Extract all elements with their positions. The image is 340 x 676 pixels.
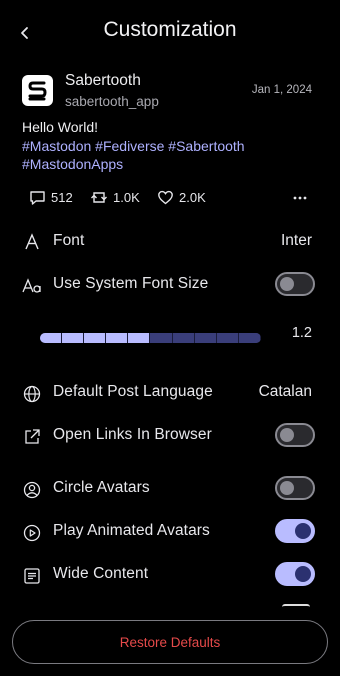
circle-avatars-toggle[interactable] — [275, 476, 315, 500]
page-title: Customization — [103, 18, 237, 41]
external-link-icon-wrap — [22, 427, 42, 452]
setting-wide-content-label: Wide Content — [53, 565, 149, 582]
slider-segment — [238, 333, 261, 343]
open-links-toggle[interactable] — [275, 423, 315, 447]
font-scale-value: 1.2 — [291, 325, 312, 341]
toggle-knob — [295, 566, 311, 582]
slider-segment — [84, 333, 107, 343]
post-author-name: Sabertooth — [65, 72, 141, 89]
system-font-size-toggle[interactable] — [275, 272, 315, 296]
setting-system-font-size-label: Use System Font Size — [53, 275, 209, 292]
font-scale-slider[interactable] — [40, 333, 261, 343]
wide-content-toggle[interactable] — [275, 562, 315, 586]
post-date: Jan 1, 2024 — [251, 84, 312, 96]
setting-open-links-label: Open Links In Browser — [53, 426, 212, 443]
globe-icon — [23, 385, 41, 403]
play-circle-icon — [23, 524, 41, 542]
setting-default-language-label: Default Post Language — [53, 383, 213, 400]
setting-animated-avatars-label: Play Animated Avatars — [53, 522, 210, 539]
slider-segment — [194, 333, 217, 343]
post-hashtags-continued[interactable]: #MastodonApps — [22, 156, 123, 172]
favourite-count: 2.0K — [179, 190, 206, 205]
slider-segment — [172, 333, 195, 343]
boost-count: 1.0K — [113, 190, 140, 205]
comment-icon — [30, 191, 45, 205]
slider-segment — [40, 333, 63, 343]
globe-icon-wrap — [22, 384, 42, 409]
reply-button[interactable]: 512 — [29, 189, 73, 206]
slider-segment — [216, 333, 239, 343]
text-size-icon-wrap — [22, 276, 42, 301]
slider-segment — [128, 333, 151, 343]
setting-circle-avatars-label: Circle Avatars — [53, 479, 150, 496]
external-link-icon — [25, 429, 40, 444]
avatar — [22, 75, 53, 106]
post-author-handle: sabertooth_app — [65, 94, 159, 109]
boost-button[interactable]: 1.0K — [90, 189, 140, 206]
toggle-knob — [295, 523, 311, 539]
article-icon-wrap — [22, 566, 42, 591]
more-horizontal-icon — [293, 196, 307, 200]
toggle-knob — [280, 277, 294, 291]
slider-segment — [62, 333, 85, 343]
more-options-button[interactable] — [291, 189, 309, 207]
reply-count: 512 — [51, 190, 73, 205]
next-toggle-partial — [282, 604, 310, 610]
user-circle-icon-wrap — [22, 480, 42, 505]
repost-icon — [91, 192, 107, 203]
slider-segment — [150, 333, 173, 343]
article-icon — [24, 568, 40, 584]
setting-font[interactable] — [22, 232, 42, 257]
toggle-knob — [280, 481, 294, 495]
restore-defaults-button[interactable]: Restore Defaults — [12, 620, 328, 664]
font-letter-icon — [25, 233, 39, 250]
play-circle-icon-wrap — [22, 523, 42, 548]
user-circle-icon — [23, 481, 41, 499]
setting-default-language-value[interactable]: Catalan — [259, 383, 312, 401]
animated-avatars-toggle[interactable] — [275, 519, 315, 543]
sabertooth-logo-icon — [28, 81, 47, 101]
favourite-button[interactable]: 2.0K — [157, 189, 206, 206]
post-hashtags[interactable]: #Mastodon #Fediverse #Sabertooth — [22, 138, 245, 154]
heart-icon — [158, 190, 173, 205]
slider-segment — [106, 333, 129, 343]
text-size-icon — [22, 278, 41, 293]
post-text: Hello World! — [22, 119, 98, 135]
setting-font-value[interactable]: Inter — [281, 232, 312, 250]
toggle-knob — [280, 428, 294, 442]
setting-font-label: Font — [53, 232, 85, 249]
